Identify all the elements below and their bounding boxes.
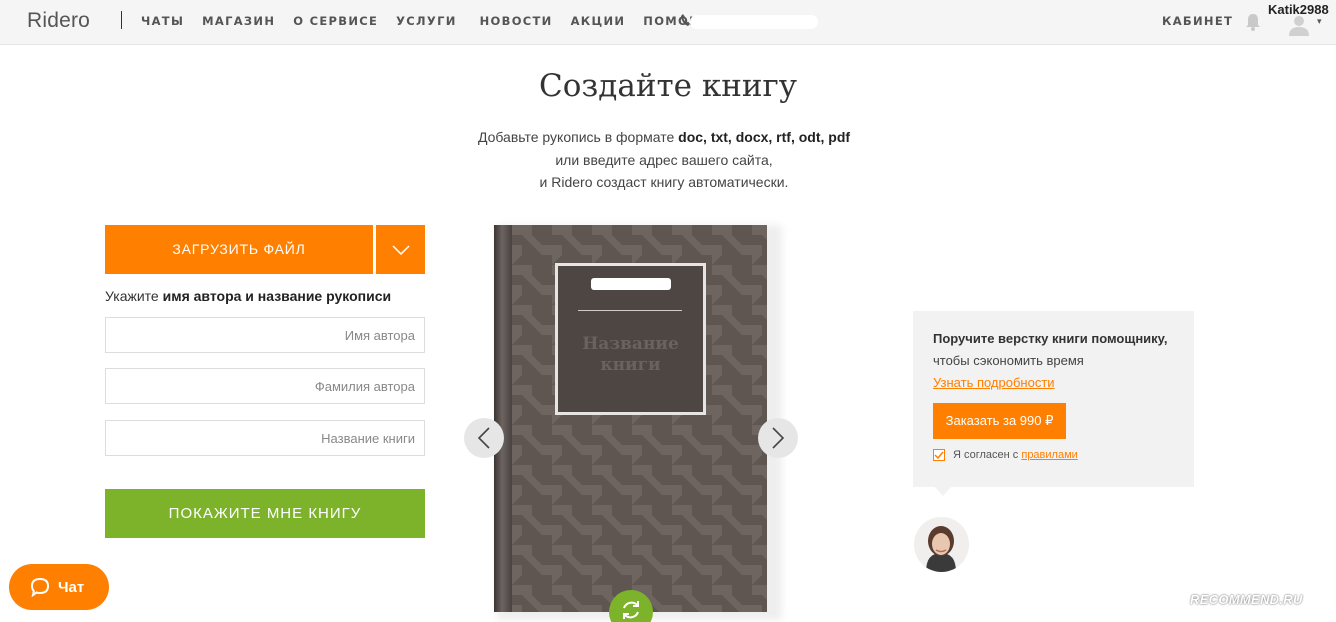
phone-icon[interactable] [680, 13, 690, 27]
logo-divider [121, 11, 122, 29]
nav-item-chats[interactable]: ЧАТЫ [141, 14, 184, 28]
ridero-logo[interactable]: Ridero [27, 9, 90, 33]
nav-item-news[interactable]: НОВОСТИ [480, 14, 553, 28]
rules-link[interactable]: правилами [1021, 449, 1077, 461]
form-hint: Укажите имя автора и название рукописи [105, 288, 391, 304]
book-cover-preview: Название книги [494, 225, 767, 612]
caret-down-icon[interactable]: ▾ [1317, 16, 1322, 27]
author-last-name-field[interactable] [105, 368, 425, 404]
cover-title-frame: Название книги [555, 263, 706, 415]
chevron-left-icon [478, 427, 490, 449]
refresh-icon [623, 601, 639, 619]
promo-text: чтобы сэкономить время [933, 353, 1084, 368]
phone-number-redacted [690, 15, 818, 29]
cabinet-link[interactable]: КАБИНЕТ [1162, 14, 1233, 28]
cover-divider [578, 310, 682, 311]
nav-item-about[interactable]: О СЕРВИСЕ [293, 14, 378, 28]
nav-item-shop[interactable]: МАГАЗИН [202, 14, 275, 28]
upload-file-button[interactable]: ЗАГРУЗИТЬ ФАЙЛ [105, 225, 373, 274]
nav-item-services[interactable]: УСЛУГИ [396, 14, 456, 28]
subtitle-line-3: и Ridero создаст книгу автоматически. [539, 174, 789, 190]
hint-bold: имя автора и название рукописи [162, 288, 392, 304]
hint-prefix: Укажите [105, 288, 163, 304]
page-subtitle: Добавьте рукопись в формате doc, txt, do… [0, 126, 1328, 194]
page-title: Создайте книгу [538, 68, 798, 104]
upload-options-dropdown[interactable] [376, 225, 425, 274]
cover-book-title: Название книги [582, 334, 679, 375]
book-spine [494, 225, 512, 612]
author-first-name-field[interactable] [105, 317, 425, 353]
cover-author-redacted [591, 278, 671, 290]
agree-text: Я согласен с [953, 449, 1022, 461]
promo-title: Поручите верстку книги помощнику, [933, 331, 1168, 346]
order-button[interactable]: Заказать за 990 ₽ [933, 403, 1066, 439]
next-cover-button[interactable] [758, 418, 798, 458]
promo-details-link[interactable]: Узнать подробности [933, 375, 1055, 390]
top-header: Ridero ЧАТЫ МАГАЗИН О СЕРВИСЕ УСЛУГИ НОВ… [0, 0, 1336, 45]
subtitle-line-2: или введите адрес вашего сайта, [555, 151, 773, 168]
subtitle-formats: doc, txt, docx, rtf, odt, pdf [678, 129, 851, 145]
agree-checkbox[interactable] [933, 449, 945, 461]
book-title-input[interactable] [106, 421, 424, 455]
assistant-avatar [914, 517, 969, 572]
promo-tail [934, 486, 952, 496]
user-avatar-icon[interactable] [1288, 14, 1310, 36]
bell-icon[interactable] [1243, 12, 1263, 32]
subtitle-prefix: Добавьте рукопись в формате [477, 129, 679, 145]
layout-service-promo: Поручите верстку книги помощнику, чтобы … [913, 311, 1194, 487]
chat-label: Чат [58, 578, 85, 596]
author-last-name-input[interactable] [106, 369, 424, 403]
author-first-name-input[interactable] [106, 318, 424, 352]
agree-row: Я согласен с правилами [933, 449, 1078, 461]
chevron-right-icon [772, 427, 784, 449]
show-book-button[interactable]: ПОКАЖИТЕ МНЕ КНИГУ [105, 489, 425, 538]
nav-item-promos[interactable]: АКЦИИ [571, 14, 626, 28]
assistant-photo-icon [914, 517, 969, 572]
chat-bubble-icon [30, 577, 50, 597]
chevron-down-icon [391, 244, 410, 255]
prev-cover-button[interactable] [464, 418, 504, 458]
checkmark-icon [934, 451, 944, 460]
main-nav: ЧАТЫ МАГАЗИН О СЕРВИСЕ УСЛУГИ НОВОСТИ АК… [141, 14, 734, 28]
book-title-field[interactable] [105, 420, 425, 456]
chat-button[interactable]: Чат [9, 564, 109, 610]
recommend-watermark: RECOMMEND.RU [1190, 592, 1303, 607]
